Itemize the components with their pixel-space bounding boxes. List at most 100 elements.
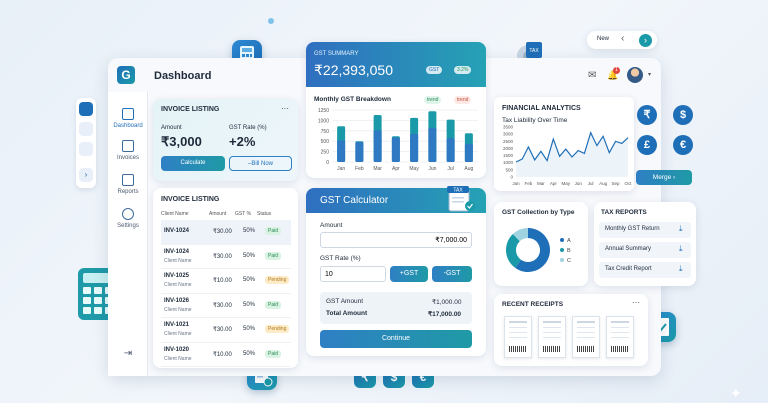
invoice-id: INV-1025 — [164, 273, 190, 279]
gst-cell: 50% — [243, 252, 256, 259]
copy-icon[interactable] — [79, 142, 93, 156]
x-tick-label: Sep — [612, 181, 621, 186]
chevron-down-icon[interactable]: ▾ — [648, 71, 651, 78]
x-tick-label: Jan — [337, 166, 345, 172]
x-tick-label: Mar — [373, 166, 382, 172]
mail-icon[interactable]: ✉ — [588, 70, 596, 81]
invoice-summary-card: INVOICE LISTING ··· Amount ₹3,000 GST Ra… — [153, 99, 298, 181]
x-tick-label: Oct — [624, 181, 632, 186]
result-box — [320, 292, 472, 324]
invoice-id: INV-1026 — [164, 297, 190, 304]
dollar-coin-icon: $ — [673, 105, 693, 125]
sidebar-item-settings[interactable]: Settings — [108, 208, 148, 229]
svg-text:TAX: TAX — [529, 48, 539, 54]
table-row[interactable]: INV-1024 ₹30.00 50% Paid — [161, 220, 291, 245]
legend-swatch — [560, 238, 564, 242]
pound-coin-icon: £ — [637, 135, 657, 155]
bill-now-button[interactable]: –Bill Now — [229, 156, 292, 171]
total-label: Total Amount — [326, 310, 368, 317]
report-item[interactable]: Annual Summary ⤓ — [599, 242, 691, 258]
gst-cell: 50% — [243, 277, 256, 283]
avatar[interactable] — [627, 67, 643, 83]
grid-icon — [122, 108, 134, 120]
app-logo: G — [117, 66, 135, 84]
amount-input[interactable] — [320, 232, 472, 248]
receipt-thumbnail[interactable] — [538, 316, 566, 358]
financial-analytics-card: FINANCIAL ANALYTICS Tax Liability Over T… — [494, 97, 634, 191]
calc-title: GST Calculator — [320, 195, 389, 206]
table-row[interactable]: INV-1025 Client Name ₹10.00 50% Pending — [161, 269, 291, 294]
status-badge: Paid — [265, 300, 282, 309]
more-icon[interactable]: ··· — [281, 104, 289, 113]
sidebar-item-dashboard[interactable]: Dashboard — [108, 108, 148, 129]
y-tick-label: 500 — [505, 167, 513, 172]
download-icon[interactable]: ⤓ — [679, 264, 683, 274]
add-icon[interactable] — [79, 122, 93, 136]
download-icon[interactable]: ⤓ — [679, 244, 683, 254]
receipt-thumbnail[interactable] — [572, 316, 600, 358]
bar — [373, 130, 382, 162]
bar — [337, 140, 346, 162]
more-icon[interactable]: ··· — [632, 298, 640, 307]
next-button[interactable]: › — [639, 34, 652, 47]
sidebar-item-label: Dashboard — [113, 123, 143, 129]
continue-button[interactable]: Continue — [320, 330, 472, 348]
trend-tag: trend — [454, 96, 472, 104]
summary-value: ₹22,393,050 — [314, 62, 393, 78]
bar — [428, 127, 437, 162]
col-header: Status — [257, 211, 272, 217]
sidebar-item-label: Invoices — [116, 155, 139, 161]
remove-gst-button[interactable]: -GST — [432, 266, 472, 282]
rate-input[interactable] — [320, 266, 386, 282]
client-name: Client Name — [164, 355, 192, 362]
legend-label: B — [567, 248, 571, 254]
x-tick-label: Jul — [588, 181, 594, 186]
calculate-button[interactable]: Calculate — [161, 156, 225, 171]
prev-button[interactable]: ‹ — [621, 33, 624, 44]
table-row[interactable]: INV-1024 Client Name ₹30.00 50% Paid — [161, 245, 291, 269]
legend-swatch — [560, 248, 564, 252]
status-badge: Paid — [265, 227, 282, 235]
report-item[interactable]: Monthly GST Return ⤓ — [599, 222, 691, 238]
tax-liability-line-chart: 0 500 1000 1500 2000 2500 3000 3500 Jan Feb Mar Apr… — [503, 125, 632, 186]
home-icon[interactable] — [79, 102, 93, 116]
col-header: Client Name — [161, 211, 189, 217]
amount-label: Amount — [320, 222, 343, 229]
gst-rate-value: +2% — [229, 134, 256, 149]
gst-cell: 50% — [243, 326, 256, 332]
col-header: GST % — [235, 211, 252, 217]
y-tick-label: 0 — [326, 160, 329, 166]
y-tick-label: 1500 — [503, 153, 514, 158]
table-row[interactable]: INV-1021 Client Name ₹30.00 50% Pending — [161, 318, 291, 343]
legend-label: C — [567, 258, 571, 264]
card-title: RECENT RECEIPTS — [502, 301, 564, 308]
status-badge: Paid — [265, 349, 282, 358]
receipt-thumbnail[interactable] — [504, 316, 532, 358]
table-row[interactable]: INV-1026 Client Name ₹30.00 50% Paid — [161, 294, 291, 318]
merge-button[interactable]: Merge › — [636, 170, 692, 185]
x-tick-label: Feb — [355, 166, 364, 172]
invoice-rows: INV-1024 ₹30.00 50% Paid INV-1024 Client Name… — [161, 220, 291, 367]
sidebar-item-invoices[interactable]: Invoices — [108, 140, 148, 161]
table-row[interactable]: INV-1020 Client Name ₹10.00 50% Paid — [161, 343, 291, 367]
x-tick-label: Apr — [550, 181, 558, 186]
monthly-gst-bar-chart: 0 250 500 750 1000 1250 Jan Feb Mar Apr May Jun Jul A… — [318, 108, 478, 172]
status-badge: Pending — [265, 276, 290, 284]
bar — [355, 142, 364, 162]
receipt-thumbnail[interactable] — [606, 316, 634, 358]
sidebar-item-reports[interactable]: Reports — [108, 174, 148, 195]
report-item[interactable]: Tax Credit Report ⤓ — [599, 262, 691, 278]
logout-icon[interactable]: ⇥ — [108, 348, 148, 359]
expand-icon[interactable]: › — [79, 168, 93, 182]
summary-chip: GST — [426, 66, 443, 74]
download-icon[interactable]: ⤓ — [679, 224, 683, 234]
x-tick-label: May — [409, 166, 419, 172]
client-name: Client Name — [164, 331, 192, 337]
new-button[interactable]: New — [597, 36, 609, 42]
add-gst-button[interactable]: +GST — [390, 266, 428, 282]
client-name: Client Name — [164, 282, 192, 288]
page-title: Dashboard — [154, 70, 212, 82]
amount-cell: ₹10.00 — [213, 278, 232, 284]
trend-tag: trend — [424, 96, 442, 104]
summary-chip: 3.2% — [454, 66, 472, 74]
